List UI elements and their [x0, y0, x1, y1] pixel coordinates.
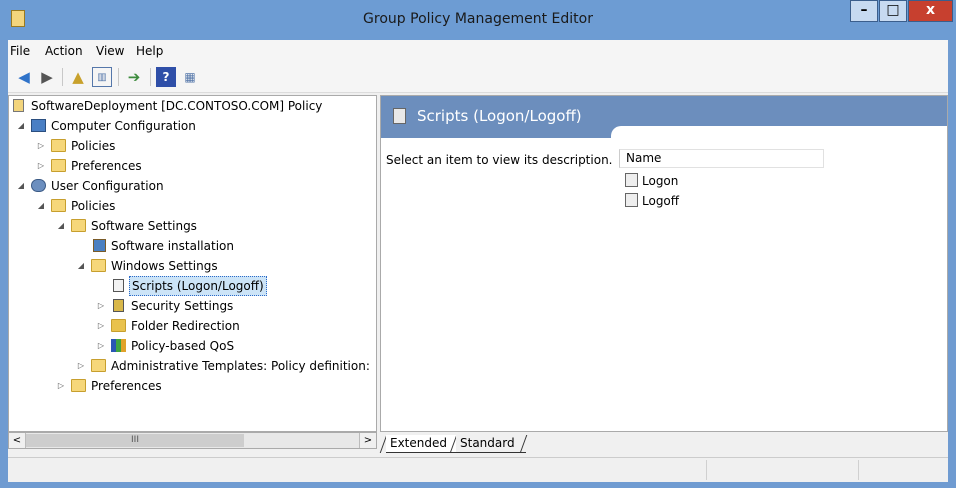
computer-icon: [31, 119, 46, 132]
tab-extended[interactable]: Extended: [386, 435, 456, 453]
menu-view[interactable]: View: [96, 44, 124, 58]
back-arrow-icon[interactable]: ◀: [14, 67, 34, 87]
close-button[interactable]: x: [908, 0, 953, 22]
tree-label: Folder Redirection: [131, 319, 240, 333]
toolbar-separator: [62, 68, 63, 86]
policy-icon: [13, 99, 24, 112]
forward-arrow-icon[interactable]: ▶: [37, 67, 57, 87]
minimize-button[interactable]: –: [850, 0, 878, 22]
status-bar: [8, 457, 948, 482]
tree-label: Policies: [71, 139, 116, 153]
status-cell-divider: [858, 460, 859, 480]
folder-icon: [91, 259, 106, 272]
tree-label: Computer Configuration: [51, 119, 196, 133]
folder-icon: [91, 359, 106, 372]
tab-standard[interactable]: Standard: [456, 435, 526, 453]
menu-action[interactable]: Action: [45, 44, 83, 58]
expand-arrow-icon[interactable]: ▷: [55, 376, 67, 396]
tree-label: User Configuration: [51, 179, 164, 193]
up-folder-icon[interactable]: ▲: [68, 67, 88, 87]
tree-label: Preferences: [91, 379, 162, 393]
folder-icon: [51, 159, 66, 172]
window-title: Group Policy Management Editor: [363, 11, 593, 27]
script-icon: [625, 193, 638, 207]
horizontal-scrollbar[interactable]: < III >: [8, 432, 377, 449]
expand-arrow-icon[interactable]: ▷: [95, 316, 107, 336]
list-item-logon[interactable]: Logon: [625, 172, 678, 190]
details-header: Scripts (Logon/Logoff): [381, 96, 947, 140]
show-hide-tree-icon[interactable]: ▥: [92, 67, 112, 87]
expand-arrow-icon[interactable]: ▷: [35, 156, 47, 176]
details-title: Scripts (Logon/Logoff): [417, 107, 582, 125]
folder-icon: [51, 139, 66, 152]
export-list-icon[interactable]: ➔: [124, 67, 144, 87]
main-window: Group Policy Management Editor – □ x Fil…: [0, 0, 956, 488]
help-icon[interactable]: ?: [156, 67, 176, 87]
script-icon: [625, 173, 638, 187]
tree-label: Policy-based QoS: [131, 339, 235, 353]
list-item-logoff[interactable]: Logoff: [625, 192, 679, 210]
list-item-label: Logon: [642, 174, 679, 188]
tree-label: SoftwareDeployment [DC.CONTOSO.COM] Poli…: [31, 99, 323, 113]
expand-arrow-icon[interactable]: ▷: [95, 336, 107, 356]
menu-bar: File Action View Help: [8, 40, 948, 62]
menu-help[interactable]: Help: [136, 44, 163, 58]
tree-label: Policies: [71, 199, 116, 213]
title-bar[interactable]: Group Policy Management Editor – □ x: [0, 0, 956, 40]
maximize-button[interactable]: □: [879, 0, 907, 22]
folder-icon: [51, 199, 66, 212]
collapse-arrow-icon[interactable]: ◢: [75, 256, 87, 276]
folder-icon: [71, 379, 86, 392]
chart-icon: [111, 339, 126, 352]
expand-arrow-icon[interactable]: ▷: [75, 356, 87, 376]
menu-file[interactable]: File: [10, 44, 30, 58]
security-icon: [113, 299, 124, 312]
tree-label: Windows Settings: [111, 259, 218, 273]
toolbar-separator: [150, 68, 151, 86]
tree-label: Software Settings: [91, 219, 197, 233]
scroll-thumb[interactable]: III: [26, 434, 244, 447]
expand-arrow-icon[interactable]: ▷: [35, 136, 47, 156]
folder-icon: [111, 319, 126, 332]
expand-arrow-icon[interactable]: ▷: [95, 296, 107, 316]
header-tab-shape: [611, 126, 947, 140]
collapse-arrow-icon[interactable]: ◢: [55, 216, 67, 236]
script-icon: [113, 279, 124, 292]
collapse-arrow-icon[interactable]: ◢: [35, 196, 47, 216]
tree-label: Software installation: [111, 239, 234, 253]
item-description: Select an item to view its description.: [386, 153, 613, 167]
toolbar: ◀ ▶ ▲ ▥ ➔ ? ▦: [8, 62, 948, 93]
column-header-name[interactable]: Name: [619, 149, 824, 168]
collapse-arrow-icon[interactable]: ◢: [15, 176, 27, 196]
scroll-left-button[interactable]: <: [9, 433, 26, 448]
console-tree: SoftwareDeployment [DC.CONTOSO.COM] Poli…: [8, 95, 377, 432]
collapse-arrow-icon[interactable]: ◢: [15, 116, 27, 136]
scroll-right-button[interactable]: >: [359, 433, 376, 448]
folder-icon: [71, 219, 86, 232]
status-cell-divider: [706, 460, 707, 480]
client-area: File Action View Help ◀ ▶ ▲ ▥ ➔ ? ▦ Soft…: [8, 40, 948, 482]
tree-label: Preferences: [71, 159, 142, 173]
toolbar-separator: [118, 68, 119, 86]
tree-label: Security Settings: [131, 299, 234, 313]
script-icon: [393, 108, 406, 124]
tree-label: Scripts (Logon/Logoff): [129, 276, 267, 296]
software-installation-icon: [93, 239, 106, 252]
details-pane: Scripts (Logon/Logoff) Select an item to…: [380, 95, 948, 432]
properties-icon[interactable]: ▦: [180, 67, 200, 87]
tree-label: Administrative Templates: Policy definit…: [111, 359, 370, 373]
list-item-label: Logoff: [642, 194, 680, 208]
users-icon: [31, 179, 46, 192]
